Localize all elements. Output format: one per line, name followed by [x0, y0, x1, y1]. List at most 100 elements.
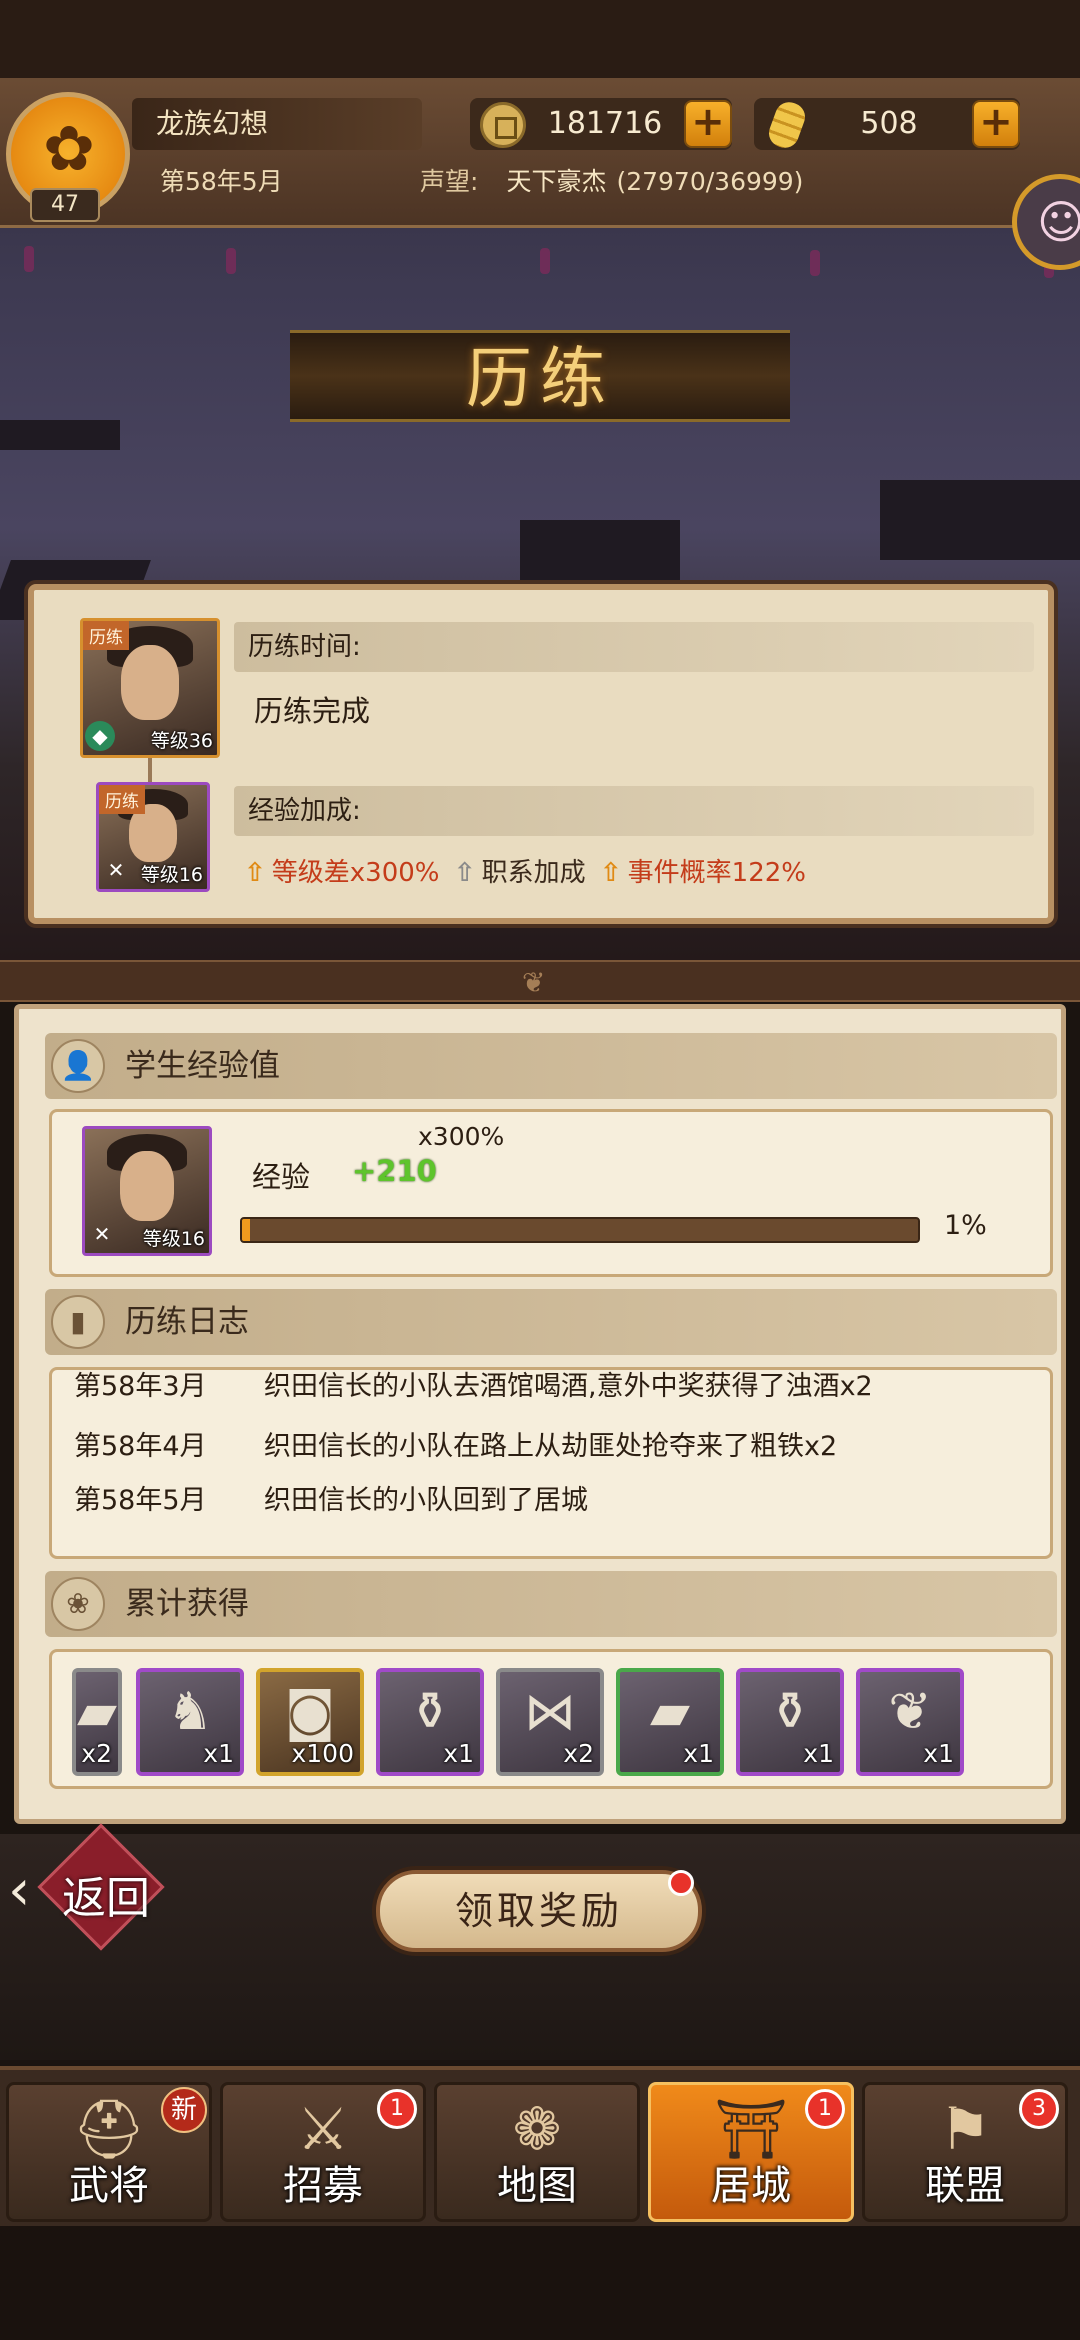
nav-label: 武将	[69, 2163, 149, 2209]
nav-label: 招募	[283, 2163, 363, 2209]
reward-item[interactable]: ❦ x1	[856, 1668, 964, 1776]
player-level-badge: 47	[30, 188, 100, 222]
class-cross-icon: ✕	[107, 858, 125, 882]
notification-dot	[668, 1870, 694, 1896]
log-entry: 第58年4月 织田信长的小队在路上从劫匪处抢夺来了粗铁x2	[74, 1431, 838, 1462]
sake-bottle-icon: ⚱	[408, 1682, 452, 1742]
exp-bonus-label: 经验加成:	[234, 786, 1034, 836]
claim-reward-button[interactable]: 领取奖励	[376, 1870, 702, 1952]
bonus-list: ⇧ 等级差x300% ⇧ 职系加成 ⇧ 事件概率122%	[244, 852, 812, 889]
gold-amount: 508	[860, 106, 918, 141]
family-crest-icon: ✿	[43, 112, 95, 185]
class-cross-icon: ✕	[93, 1222, 111, 1246]
footer-bar	[0, 2226, 1080, 2340]
person-icon: 👤	[51, 1039, 105, 1093]
copper-resource: 181716 +	[470, 98, 732, 150]
exp-progress-bar	[240, 1217, 920, 1243]
bonus-class: 职系加成	[481, 858, 586, 888]
student-level: 等级16	[140, 864, 203, 886]
reward-item[interactable]: ♞ x1	[136, 1668, 244, 1776]
exp-progress-percent: 1%	[944, 1210, 987, 1241]
page-title: 历练	[466, 340, 614, 417]
gold-ingot-icon	[765, 98, 809, 152]
add-gold-button[interactable]: +	[972, 100, 1020, 148]
student-exp-box: ✕ 等级16 x300% 经验 +210 1%	[49, 1109, 1053, 1277]
back-label: 返回	[62, 1873, 150, 1924]
rewards-title: 累计获得	[125, 1586, 249, 1622]
back-button[interactable]: ‹ 返回	[6, 1823, 176, 1951]
arrow-up-icon: ⇧	[244, 858, 266, 888]
mentor-level: 等级36	[150, 730, 213, 752]
status-strip	[0, 0, 1080, 78]
section-divider: ❦	[0, 960, 1080, 1002]
fish-icon: ⋈	[524, 1682, 576, 1742]
bonus-level-diff: 等级差x300%	[271, 858, 440, 888]
student-tag: 历练	[99, 785, 145, 814]
count-badge: 3	[1019, 2089, 1059, 2129]
mentor-portrait[interactable]: 历练 ◆ 等级36	[80, 618, 220, 758]
gold-resource: 508 +	[754, 98, 1020, 152]
reward-item[interactable]: ⚱ x1	[376, 1668, 484, 1776]
nav-castle[interactable]: ⛩ 居城 1	[648, 2082, 854, 2222]
reward-item[interactable]: ▰ x1	[616, 1668, 724, 1776]
book-icon: ▮	[51, 1295, 105, 1349]
reward-item[interactable]: ⚱ x1	[736, 1668, 844, 1776]
character-avatar-icon: ☺	[1037, 195, 1080, 249]
nav-recruit[interactable]: ⚔ 招募 1	[220, 2082, 426, 2222]
copper-coin-icon	[480, 102, 526, 148]
reward-item[interactable]: ⋈ x2	[496, 1668, 604, 1776]
nav-label: 地图	[497, 2163, 577, 2209]
nav-label: 居城	[711, 2163, 791, 2209]
game-date: 第58年5月	[160, 167, 283, 196]
log-entry: 第58年3月 织田信长的小队去酒馆喝酒,意外中奖获得了浊酒x2	[74, 1371, 873, 1402]
training-log-header: ▮ 历练日志	[45, 1289, 1057, 1355]
student-exp-title: 学生经验值	[125, 1048, 280, 1084]
claim-label: 领取奖励	[454, 1889, 623, 1933]
add-copper-button[interactable]: +	[684, 100, 732, 148]
student-exp-header: 👤 学生经验值	[45, 1033, 1057, 1099]
log-entry: 第58年5月 织田信长的小队回到了居城	[74, 1485, 588, 1516]
copper-amount: 181716	[547, 106, 663, 141]
student-exp-level: 等级16	[142, 1228, 205, 1250]
iron-ingot-icon: ▰	[77, 1682, 117, 1742]
top-header: ✿ 47 龙族幻想 第58年5月 181716 + 508 + 声望: 天下豪杰 (…	[0, 78, 1080, 270]
herb-icon: ❦	[888, 1682, 932, 1742]
ornament-icon: ❦	[522, 966, 546, 999]
training-time-value: 历练完成	[254, 694, 371, 728]
fame-title: 天下豪杰	[506, 167, 607, 196]
page-title-banner: 历练	[290, 330, 790, 422]
fame-display: 声望: 天下豪杰 (27970/36999)	[420, 162, 803, 202]
fame-value: (27970/36999)	[616, 167, 804, 196]
exp-label: 经验	[252, 1160, 311, 1194]
sake-bottle-icon: ⚱	[768, 1682, 812, 1742]
nav-alliance[interactable]: ⚑ 联盟 3	[862, 2082, 1068, 2222]
crest-icon: ❀	[51, 1577, 105, 1631]
fame-label: 声望:	[420, 167, 479, 196]
player-name: 龙族幻想	[132, 98, 422, 150]
chevron-left-icon: ‹	[8, 1858, 31, 1923]
reward-item[interactable]: ▰ x2	[72, 1668, 122, 1776]
exp-multiplier: x300%	[418, 1122, 505, 1151]
class-diamond-icon: ◆	[85, 721, 115, 751]
training-time-label: 历练时间:	[234, 622, 1034, 672]
count-badge: 1	[805, 2089, 845, 2129]
nav-label: 联盟	[925, 2163, 1005, 2209]
mentor-tag: 历练	[83, 621, 129, 650]
training-log-list[interactable]: 第58年3月 织田信长的小队去酒馆喝酒,意外中奖获得了浊酒x2 第58年4月 织田信…	[49, 1367, 1053, 1559]
rewards-list[interactable]: ▰ x2 ♞ x1 ◙ x100 ⚱ x1 ⋈ x2 ▰ x1 ⚱ x1 ❦ x1	[49, 1649, 1053, 1789]
training-status-card: 历练 ◆ 等级36 历练 ✕ 等级16 历练时间: 历练完成 经验加成: ⇧ 等级…	[28, 584, 1054, 924]
steel-ingot-icon: ▰	[650, 1682, 690, 1742]
arrow-up-icon: ⇧	[599, 858, 622, 888]
training-log-title: 历练日志	[125, 1304, 249, 1340]
reward-item[interactable]: ◙ x100	[256, 1668, 364, 1776]
nav-generals[interactable]: ⛑ 武将 新	[6, 2082, 212, 2222]
bonus-event: 事件概率122%	[627, 858, 806, 888]
student-exp-portrait[interactable]: ✕ 等级16	[82, 1126, 212, 1256]
count-badge: 1	[377, 2089, 417, 2129]
coin-icon: ◙	[284, 1682, 336, 1742]
results-panel: 👤 学生经验值 ✕ 等级16 x300% 经验 +210 1% ▮ 历练日志 第…	[14, 1004, 1066, 1824]
student-portrait[interactable]: 历练 ✕ 等级16	[96, 782, 210, 892]
arrow-up-icon: ⇧	[453, 858, 476, 888]
exp-gain: +210	[352, 1154, 437, 1188]
nav-map[interactable]: ❁ 地图	[434, 2082, 640, 2222]
